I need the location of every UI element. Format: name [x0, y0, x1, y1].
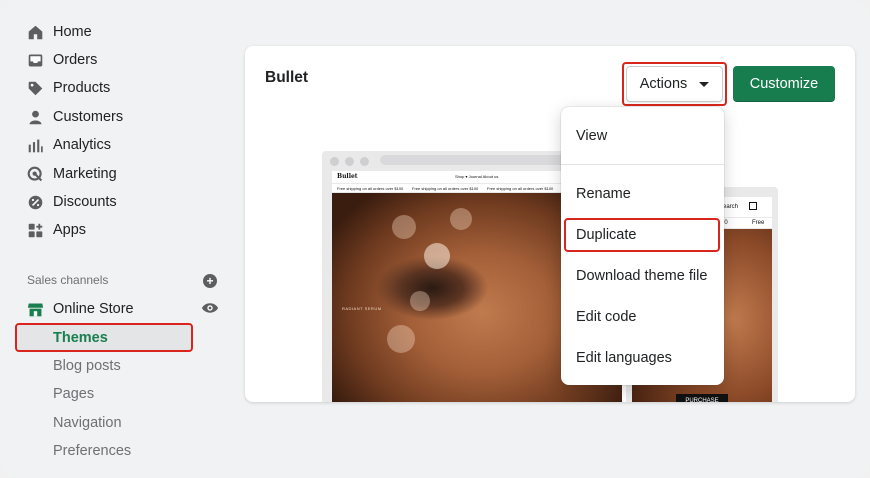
sidebar-item-label: Discounts: [53, 194, 117, 210]
target-icon: [26, 165, 44, 183]
duplicate-highlight-box: [564, 218, 720, 252]
sidebar-item-customers[interactable]: Customers: [26, 105, 123, 129]
sidebar-item-apps[interactable]: Apps: [26, 218, 86, 242]
sidebar-item-label: Products: [53, 80, 111, 96]
hero-caption: RADIANT SERUM: [342, 306, 382, 311]
customize-button[interactable]: Customize: [733, 66, 835, 102]
sidebar-item-label: Online Store: [53, 301, 134, 317]
sidebar-subitem-preferences[interactable]: Preferences: [53, 441, 131, 461]
menu-divider: [561, 164, 724, 165]
bokeh-light: [424, 243, 450, 269]
bokeh-light: [410, 291, 430, 311]
bag-icon: [749, 202, 757, 210]
sidebar-item-analytics[interactable]: Analytics: [26, 133, 111, 157]
shipping-text: Free shipping on all orders over $100: [412, 186, 479, 191]
inbox-icon: [26, 51, 44, 69]
menu-item-view[interactable]: View: [576, 126, 607, 146]
sidebar-item-online-store[interactable]: Online Store: [26, 297, 134, 321]
sidebar-item-marketing[interactable]: Marketing: [26, 162, 117, 186]
mobile-free: Free: [752, 220, 765, 226]
person-icon: [26, 108, 44, 126]
actions-highlight-box: [622, 62, 727, 106]
store-icon: [26, 300, 44, 318]
sidebar-item-label: Customers: [53, 109, 124, 125]
sidebar-item-home[interactable]: Home: [26, 20, 92, 44]
sidebar-item-label: Marketing: [53, 166, 117, 182]
theme-name: Bullet: [265, 69, 309, 86]
address-bar: [380, 155, 570, 165]
home-icon: [26, 23, 44, 41]
tag-icon: [26, 79, 44, 97]
preview-logo: Bullet: [337, 173, 358, 180]
sidebar-item-label: Orders: [53, 52, 98, 68]
menu-item-edit-code[interactable]: Edit code: [576, 307, 636, 327]
preview-menu: Shop ▾ Journal About us: [455, 174, 499, 179]
sidebar-item-products[interactable]: Products: [26, 76, 110, 100]
shipping-text: Free shipping on all orders over $100: [487, 186, 554, 191]
menu-item-edit-languages[interactable]: Edit languages: [576, 348, 672, 368]
shipping-text: Free shipping on all orders over $100: [337, 186, 404, 191]
app-frame: Home Orders Products Customers Analytics: [0, 0, 870, 478]
bokeh-light: [392, 215, 416, 239]
actions-dropdown: View Rename Duplicate Download theme fil…: [561, 107, 724, 385]
theme-card: Bullet Actions Customize Bullet Shop ▾ J…: [245, 46, 855, 402]
menu-item-download-theme-file[interactable]: Download theme file: [576, 266, 707, 286]
window-dot: [330, 157, 339, 166]
window-dot: [345, 157, 354, 166]
sidebar-item-label: Apps: [53, 222, 87, 238]
sidebar-subitem-blog-posts[interactable]: Blog posts: [53, 356, 121, 376]
apps-icon: [26, 221, 44, 239]
sales-channels-heading: Sales channels: [27, 273, 109, 287]
bar-chart-icon: [26, 136, 44, 154]
sidebar-item-discounts[interactable]: Discounts: [26, 190, 117, 214]
themes-highlight-box: [15, 323, 193, 352]
sidebar-item-label: Home: [53, 24, 92, 40]
sidebar-nav: Home Orders Products Customers Analytics: [0, 0, 230, 478]
sidebar-item-orders[interactable]: Orders: [26, 48, 97, 72]
sidebar-item-label: Analytics: [53, 137, 112, 153]
sidebar-subitem-pages[interactable]: Pages: [53, 384, 94, 404]
bokeh-light: [450, 208, 472, 230]
discount-icon: [26, 193, 44, 211]
window-dot: [360, 157, 369, 166]
eye-icon[interactable]: [201, 301, 219, 315]
menu-item-rename[interactable]: Rename: [576, 184, 631, 204]
bokeh-light: [387, 325, 415, 353]
add-channel-icon[interactable]: +: [203, 274, 217, 288]
sidebar-subitem-navigation[interactable]: Navigation: [53, 413, 122, 433]
purchase-button: PURCHASE: [676, 394, 728, 402]
